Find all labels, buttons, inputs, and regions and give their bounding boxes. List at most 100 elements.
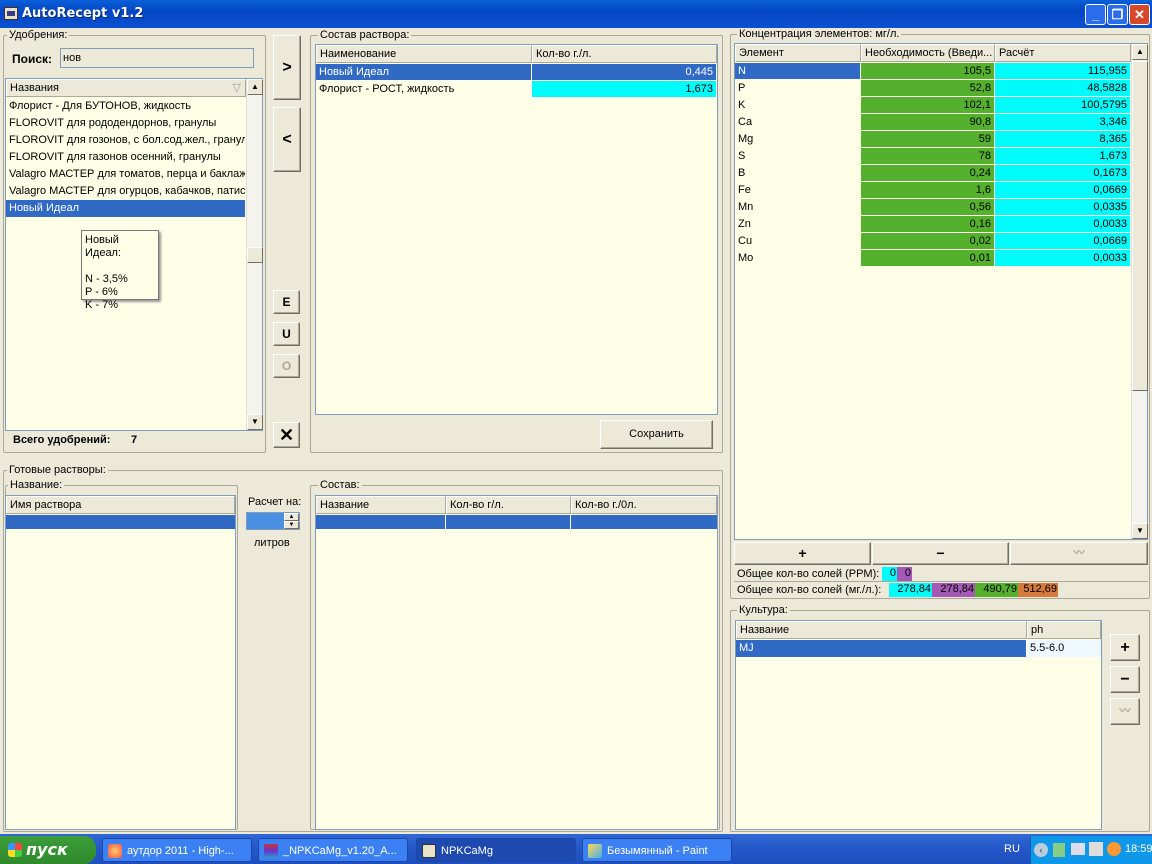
element-cell[interactable]: N bbox=[735, 63, 861, 80]
clear-button[interactable]: ✕ bbox=[273, 422, 300, 448]
solution-row[interactable]: Новый Идеал 0,445 bbox=[316, 64, 717, 81]
spin-up-icon[interactable]: ▲ bbox=[284, 513, 299, 521]
element-cell[interactable]: Mn bbox=[735, 199, 861, 216]
language-indicator[interactable]: RU bbox=[1004, 843, 1020, 855]
element-cell[interactable]: B bbox=[735, 165, 861, 182]
tray-expand-icon[interactable]: ‹ bbox=[1034, 843, 1048, 857]
required-cell[interactable]: 59 bbox=[861, 131, 995, 148]
col-comp-name[interactable]: Название bbox=[316, 496, 446, 514]
concentration-row[interactable]: N 105,5 115,955 bbox=[735, 63, 1131, 80]
required-cell[interactable]: 0,24 bbox=[861, 165, 995, 182]
scroll-up-icon[interactable]: ▲ bbox=[247, 79, 263, 95]
chart-button[interactable]: 〰 bbox=[1010, 542, 1148, 565]
task-archive[interactable]: _NPKCaMg_v1.20_A... bbox=[258, 838, 408, 862]
fertilizer-item[interactable]: Новый Идеал bbox=[6, 200, 245, 217]
tray-network-icon[interactable] bbox=[1071, 843, 1085, 855]
add-culture-button[interactable]: + bbox=[1110, 634, 1140, 661]
u-button[interactable]: U bbox=[273, 322, 300, 346]
culture-row-ph[interactable]: 5.5-6.0 bbox=[1027, 640, 1101, 657]
scroll-down-icon[interactable]: ▼ bbox=[247, 414, 263, 430]
concentration-row[interactable]: Fe 1,6 0,0669 bbox=[735, 182, 1131, 199]
required-cell[interactable]: 105,5 bbox=[861, 63, 995, 80]
element-cell[interactable]: Zn bbox=[735, 216, 861, 233]
tray-volume-icon[interactable] bbox=[1089, 842, 1103, 856]
clock[interactable]: 18:59 bbox=[1125, 843, 1152, 855]
app-icon[interactable] bbox=[4, 7, 18, 20]
remove-element-button[interactable]: − bbox=[872, 542, 1009, 565]
solution-row-qty[interactable]: 0,445 bbox=[532, 64, 717, 81]
col-comp-qty[interactable]: Кол-во г/л. bbox=[446, 496, 571, 514]
required-cell[interactable]: 0,01 bbox=[861, 250, 995, 267]
required-cell[interactable]: 0,16 bbox=[861, 216, 995, 233]
culture-chart-button[interactable]: 〰 bbox=[1110, 698, 1140, 725]
col-culture-name[interactable]: Название bbox=[736, 621, 1027, 639]
minimize-button[interactable]: _ bbox=[1085, 4, 1106, 25]
col-solution-name[interactable]: Наименование bbox=[316, 45, 532, 63]
scroll-thumb[interactable] bbox=[247, 247, 263, 263]
element-cell[interactable]: Mo bbox=[735, 250, 861, 267]
concentration-row[interactable]: S 78 1,673 bbox=[735, 148, 1131, 165]
spin-down-icon[interactable]: ▼ bbox=[284, 521, 299, 529]
composition-row[interactable] bbox=[316, 515, 717, 529]
task-paint[interactable]: Безымянный - Paint bbox=[582, 838, 732, 862]
fertilizer-item[interactable]: FLOROVIT для газонов осенний, гранулы bbox=[6, 149, 245, 166]
col-calculated[interactable]: Расчёт bbox=[995, 44, 1131, 62]
fertilizer-item[interactable]: Флорист - Для БУТОНОВ, жидкость bbox=[6, 98, 245, 115]
element-cell[interactable]: S bbox=[735, 148, 861, 165]
solution-row-name[interactable]: Флорист - РОСТ, жидкость bbox=[316, 81, 532, 98]
required-cell[interactable]: 78 bbox=[861, 148, 995, 165]
concentration-row[interactable]: Cu 0,02 0,0669 bbox=[735, 233, 1131, 250]
col-required[interactable]: Необходимость (Введи... bbox=[861, 44, 995, 62]
required-cell[interactable]: 0,02 bbox=[861, 233, 995, 250]
element-cell[interactable]: K bbox=[735, 97, 861, 114]
filter-icon[interactable]: ▽ bbox=[233, 80, 241, 96]
liters-spinner[interactable]: ▲ ▼ bbox=[246, 512, 300, 530]
close-button[interactable]: ✕ bbox=[1129, 4, 1150, 25]
task-browser[interactable]: аутдор 2011 - High-... bbox=[102, 838, 252, 862]
concentration-row[interactable]: P 52,8 48,5828 bbox=[735, 80, 1131, 97]
o-button[interactable]: O bbox=[273, 354, 300, 378]
element-cell[interactable]: P bbox=[735, 80, 861, 97]
element-cell[interactable]: Mg bbox=[735, 131, 861, 148]
solution-table[interactable]: Наименование Кол-во г./л. Новый Идеал 0,4… bbox=[315, 44, 718, 415]
concentration-scrollbar[interactable]: ▲ ▼ bbox=[1131, 44, 1148, 539]
required-cell[interactable]: 52,8 bbox=[861, 80, 995, 97]
concentration-row[interactable]: Mg 59 8,365 bbox=[735, 131, 1131, 148]
fertilizer-item[interactable]: Valagro МАСТЕР для огурцов, кабачков, па… bbox=[6, 183, 245, 200]
liters-value[interactable] bbox=[247, 513, 284, 529]
ready-solutions-list[interactable]: Имя раствора bbox=[5, 495, 236, 830]
col-solution-title[interactable]: Имя раствора bbox=[6, 496, 235, 514]
search-input[interactable] bbox=[60, 48, 254, 68]
save-button[interactable]: Сохранить bbox=[600, 420, 713, 449]
tray-app-icon[interactable] bbox=[1107, 842, 1121, 856]
maximize-button[interactable]: ❐ bbox=[1107, 4, 1128, 25]
fertilizer-list-header[interactable]: Названия ▽ bbox=[6, 79, 246, 97]
col-comp-qty0[interactable]: Кол-во г./0л. bbox=[571, 496, 717, 514]
required-cell[interactable]: 1,6 bbox=[861, 182, 995, 199]
solution-row-name[interactable]: Новый Идеал bbox=[316, 64, 532, 81]
solution-row[interactable]: Флорист - РОСТ, жидкость 1,673 bbox=[316, 81, 717, 98]
col-solution-qty[interactable]: Кол-во г./л. bbox=[532, 45, 717, 63]
concentration-row[interactable]: Ca 90,8 3,346 bbox=[735, 114, 1131, 131]
start-button[interactable]: пуск bbox=[0, 836, 96, 864]
e-button[interactable]: E bbox=[273, 290, 300, 314]
element-cell[interactable]: Ca bbox=[735, 114, 861, 131]
required-cell[interactable]: 0,56 bbox=[861, 199, 995, 216]
tray-security-icon[interactable] bbox=[1053, 843, 1065, 857]
element-cell[interactable]: Fe bbox=[735, 182, 861, 199]
add-to-solution-button[interactable]: > bbox=[273, 35, 301, 100]
col-culture-ph[interactable]: ph bbox=[1027, 621, 1101, 639]
scroll-down-icon[interactable]: ▼ bbox=[1132, 523, 1148, 539]
ready-solution-row[interactable] bbox=[6, 515, 235, 529]
concentration-row[interactable]: Zn 0,16 0,0033 bbox=[735, 216, 1131, 233]
fertilizer-scrollbar[interactable]: ▲ ▼ bbox=[246, 79, 263, 430]
required-cell[interactable]: 102,1 bbox=[861, 97, 995, 114]
concentration-row[interactable]: Mo 0,01 0,0033 bbox=[735, 250, 1131, 267]
solution-row-qty[interactable]: 1,673 bbox=[532, 81, 717, 98]
add-element-button[interactable]: + bbox=[734, 542, 871, 565]
composition-table[interactable]: Название Кол-во г/л. Кол-во г./0л. bbox=[315, 495, 718, 830]
required-cell[interactable]: 90,8 bbox=[861, 114, 995, 131]
task-npkcamg[interactable]: NPKCaMg bbox=[416, 838, 576, 862]
scroll-up-icon[interactable]: ▲ bbox=[1132, 44, 1148, 60]
concentration-row[interactable]: Mn 0,56 0,0335 bbox=[735, 199, 1131, 216]
